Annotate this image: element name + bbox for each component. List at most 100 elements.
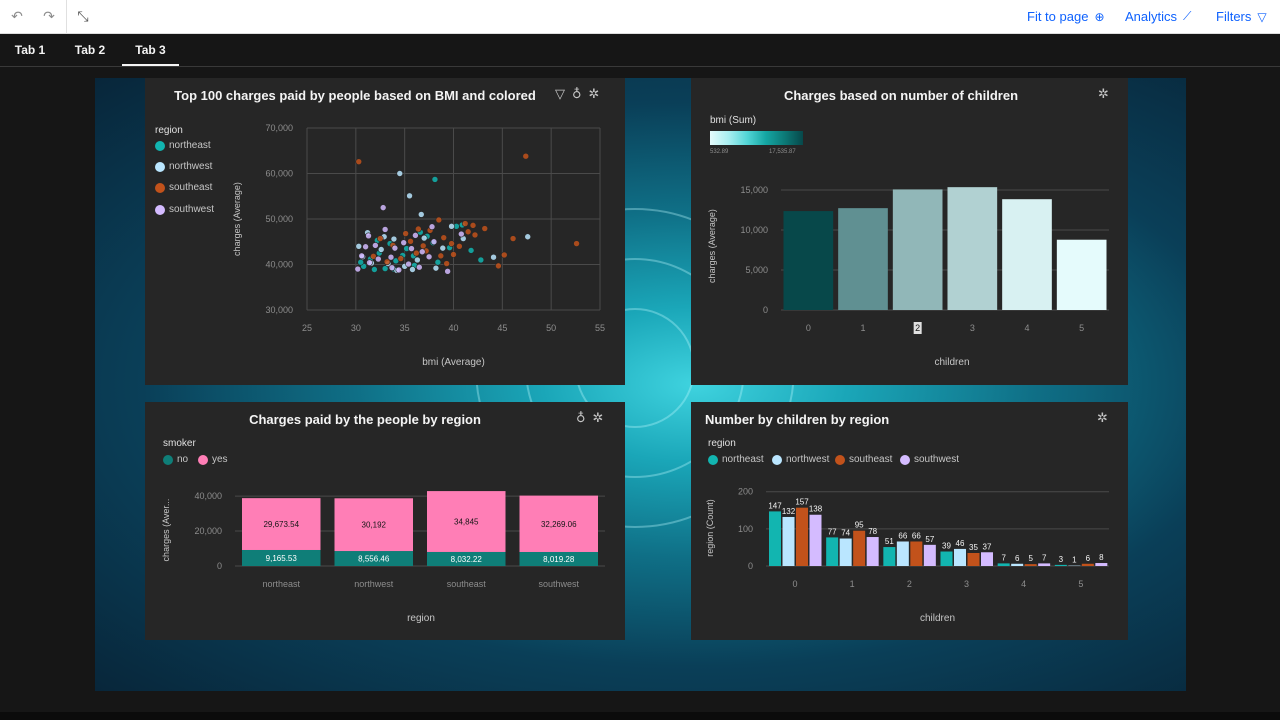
analytics-button[interactable]: Analytics ⟋ bbox=[1125, 9, 1191, 24]
scatter-point-southeast bbox=[509, 235, 517, 242]
scatter-point-southwest bbox=[366, 259, 373, 266]
collapse-icon[interactable]: ⤡ bbox=[74, 8, 92, 26]
bar-southeast bbox=[1024, 564, 1037, 566]
scatter-point-southwest bbox=[391, 244, 399, 252]
scatter-point-southwest bbox=[372, 242, 379, 249]
scatter-point-northeast bbox=[477, 256, 485, 264]
scatter-point-southwest bbox=[405, 260, 412, 268]
filters-button[interactable]: Filters ▽ bbox=[1216, 9, 1267, 24]
data-label: 57 bbox=[925, 535, 934, 544]
scatter-point-southwest bbox=[374, 255, 382, 263]
fit-to-page-label: Fit to page bbox=[1027, 9, 1089, 24]
scatter-point-southeast bbox=[522, 152, 530, 160]
x-tick-label: 2 bbox=[907, 579, 912, 589]
bottom-bar bbox=[0, 712, 1280, 720]
data-label: 9,165.53 bbox=[266, 554, 298, 563]
scatter-point-southeast bbox=[402, 230, 409, 237]
y-tick-label: 100 bbox=[738, 524, 753, 534]
region-stacked-bar-chart[interactable]: 0 20,000 40,000 9,165.53 29,673.54 northeast 8… bbox=[145, 402, 625, 640]
scatter-point-northwest bbox=[414, 256, 421, 264]
y-tick-label: 40,000 bbox=[194, 491, 222, 501]
scatter-point-southwest bbox=[354, 265, 362, 273]
x-tick-label: 1 bbox=[850, 579, 855, 589]
x-tick-label: northeast bbox=[262, 579, 300, 589]
scatter-point-northwest bbox=[524, 233, 532, 241]
data-label: 7 bbox=[1042, 553, 1047, 562]
bar-northeast bbox=[940, 551, 953, 566]
y-tick-label: 70,000 bbox=[265, 123, 293, 133]
redo-icon[interactable]: ↷ bbox=[40, 8, 58, 26]
scatter-point-northwest bbox=[355, 243, 363, 250]
y-tick-label: 200 bbox=[738, 487, 753, 497]
tab-bar: Tab 1 Tab 2 Tab 3 bbox=[0, 34, 1280, 67]
data-label: 138 bbox=[809, 505, 823, 514]
scatter-point-southwest bbox=[381, 226, 389, 233]
scatter-point-southwest bbox=[425, 253, 433, 261]
scatter-point-southeast bbox=[456, 243, 463, 250]
scatter-point-southeast bbox=[495, 262, 502, 270]
scatter-point-southeast bbox=[573, 240, 580, 247]
data-label: 6 bbox=[1015, 554, 1020, 563]
scatter-point-southeast bbox=[407, 237, 414, 245]
bar-northwest bbox=[896, 541, 909, 566]
tab-2[interactable]: Tab 2 bbox=[68, 34, 112, 66]
scatter-point-northwest bbox=[406, 192, 413, 200]
scatter-point-southeast bbox=[397, 255, 405, 262]
scatter-point-northwest bbox=[377, 246, 385, 253]
y-axis-label: charges (Aver... bbox=[161, 499, 171, 562]
scatter-point-southeast bbox=[500, 251, 508, 259]
count-bar-panel[interactable]: Number by children by region ✲ region no… bbox=[691, 402, 1128, 640]
scatter-point-southeast bbox=[469, 222, 477, 229]
y-tick-label: 30,000 bbox=[265, 305, 293, 315]
bar-southwest bbox=[1038, 563, 1051, 566]
bar-1 bbox=[838, 208, 888, 310]
top-toolbar: ↶ ↷ ⤡ Fit to page ⊕ Analytics ⟋ Filters … bbox=[0, 0, 1280, 34]
data-label: 77 bbox=[828, 527, 837, 536]
undo-icon[interactable]: ↶ bbox=[8, 8, 26, 26]
data-label: 8,556.46 bbox=[358, 555, 390, 564]
scatter-point-southeast bbox=[464, 228, 472, 236]
count-grouped-bar-chart[interactable]: 0100200147132157138077 74957815166 66 57239… bbox=[691, 402, 1128, 640]
region-bar-panel[interactable]: Charges paid by the people by region ♁ ✲… bbox=[145, 402, 625, 640]
y-tick-label: 50,000 bbox=[265, 214, 293, 224]
scatter-point-southeast bbox=[355, 158, 363, 165]
fit-to-page-button[interactable]: Fit to page ⊕ bbox=[1027, 9, 1105, 24]
data-label: 157 bbox=[795, 498, 809, 507]
data-label: 51 bbox=[885, 537, 894, 546]
data-label: 147 bbox=[768, 501, 782, 510]
x-tick-label: southwest bbox=[538, 579, 579, 589]
x-axis-label: bmi (Average) bbox=[422, 357, 485, 368]
bar-southeast bbox=[796, 507, 808, 566]
tab-1[interactable]: Tab 1 bbox=[8, 34, 52, 66]
x-tick-label: 35 bbox=[400, 323, 410, 333]
scatter-point-southeast bbox=[440, 234, 448, 241]
y-tick-label: 0 bbox=[763, 305, 768, 315]
y-tick-label: 5,000 bbox=[745, 265, 768, 275]
bar-0 bbox=[783, 211, 834, 310]
scatter-chart[interactable]: 25 30 35 40 45 50 55 30,000 40,000 50,000 60,000 70… bbox=[145, 78, 625, 385]
tab-3[interactable]: Tab 3 bbox=[122, 34, 179, 66]
bar-southeast bbox=[967, 553, 980, 566]
children-bar-chart[interactable]: 0 5,000 10,000 15,000 0 1 2 3 4 5 children charges … bbox=[691, 78, 1128, 385]
data-label: 8 bbox=[1099, 553, 1104, 562]
bar-northeast bbox=[883, 547, 896, 566]
data-label: 29,673.54 bbox=[263, 520, 299, 529]
data-label: 132 bbox=[782, 507, 796, 516]
data-label: 5 bbox=[1028, 554, 1033, 563]
scatter-point-southeast bbox=[437, 252, 445, 260]
scatter-point-southwest bbox=[395, 266, 403, 274]
bar-northeast bbox=[769, 511, 781, 566]
data-label: 95 bbox=[855, 521, 864, 530]
y-tick-label: 0 bbox=[217, 561, 222, 571]
children-bar-panel[interactable]: Charges based on number of children ✲ bm… bbox=[691, 78, 1128, 385]
x-tick-label: 4 bbox=[1021, 579, 1026, 589]
data-label: 6 bbox=[1086, 554, 1091, 563]
scatter-panel[interactable]: Top 100 charges paid by people based on … bbox=[145, 78, 625, 385]
data-label: 8,019.28 bbox=[543, 555, 575, 564]
data-label: 74 bbox=[841, 529, 850, 538]
scatter-point-northeast bbox=[431, 176, 439, 183]
scatter-point-southwest bbox=[379, 204, 387, 211]
data-label: 66 bbox=[898, 531, 907, 540]
scatter-point-southwest bbox=[400, 239, 407, 246]
data-label: 35 bbox=[969, 543, 978, 552]
